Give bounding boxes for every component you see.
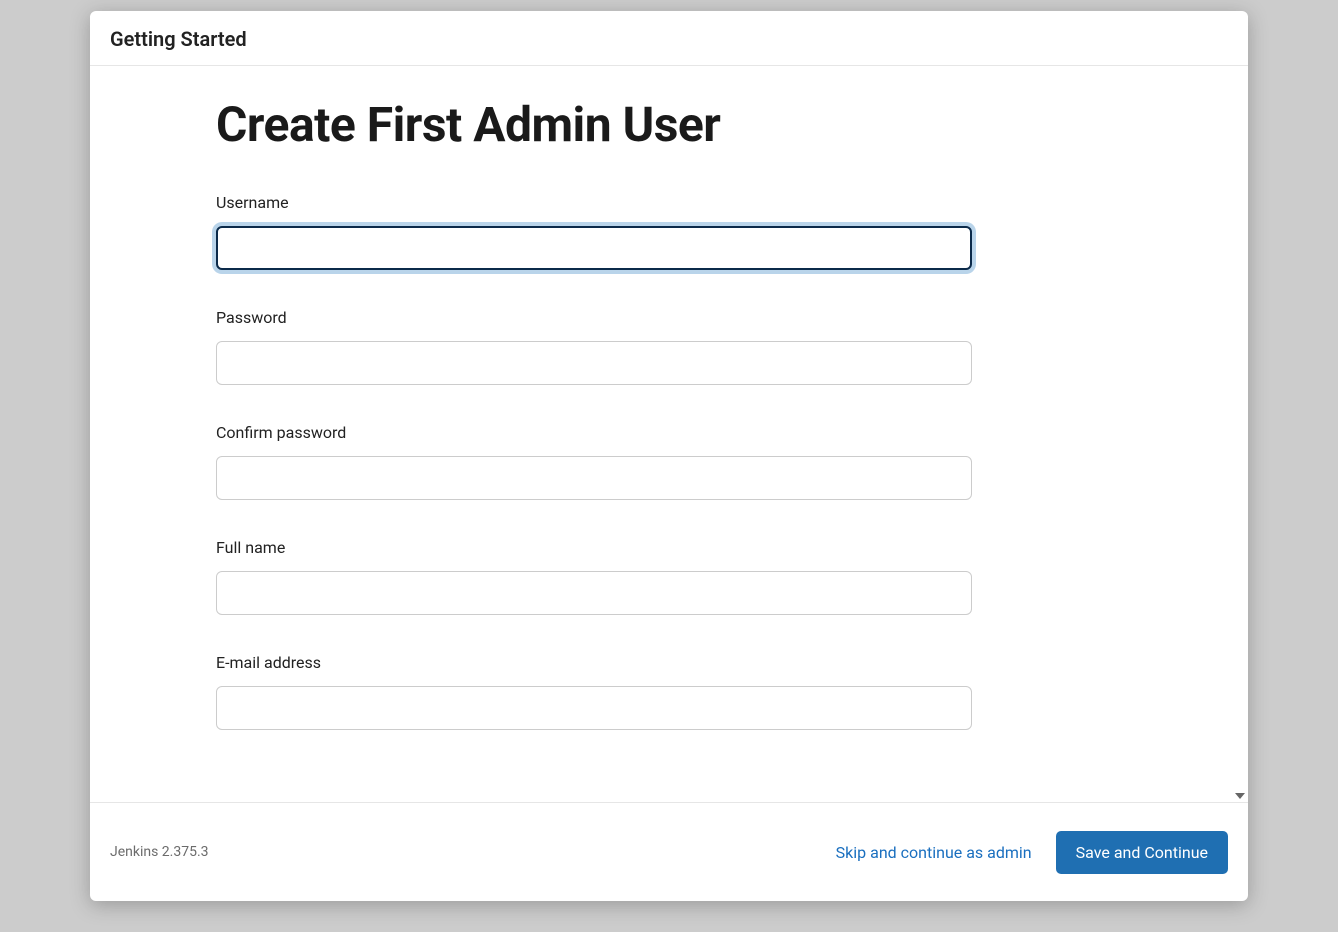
username-label: Username xyxy=(216,193,972,212)
email-label: E-mail address xyxy=(216,653,972,672)
password-input[interactable] xyxy=(216,341,972,385)
email-input[interactable] xyxy=(216,686,972,730)
version-text: Jenkins 2.375.3 xyxy=(110,844,209,860)
field-group-confirm-password: Confirm password xyxy=(216,423,972,500)
modal-title: Getting Started xyxy=(110,27,1228,51)
field-group-fullname: Full name xyxy=(216,538,972,615)
field-group-password: Password xyxy=(216,308,972,385)
modal-body: Create First Admin User Username Passwor… xyxy=(90,66,1248,803)
confirm-password-label: Confirm password xyxy=(216,423,972,442)
footer-actions: Skip and continue as admin Save and Cont… xyxy=(836,831,1228,874)
username-input[interactable] xyxy=(216,226,972,270)
save-and-continue-button[interactable]: Save and Continue xyxy=(1056,831,1228,874)
scroll-area[interactable]: Create First Admin User Username Passwor… xyxy=(90,66,1248,802)
fullname-label: Full name xyxy=(216,538,972,557)
field-group-username: Username xyxy=(216,193,972,270)
field-group-email: E-mail address xyxy=(216,653,972,730)
password-label: Password xyxy=(216,308,972,327)
confirm-password-input[interactable] xyxy=(216,456,972,500)
setup-wizard-modal: Getting Started Create First Admin User … xyxy=(90,11,1248,901)
modal-header: Getting Started xyxy=(90,11,1248,66)
modal-footer: Jenkins 2.375.3 Skip and continue as adm… xyxy=(90,803,1248,901)
form-wrap: Create First Admin User Username Passwor… xyxy=(216,96,972,730)
page-title: Create First Admin User xyxy=(216,96,972,153)
skip-and-continue-button[interactable]: Skip and continue as admin xyxy=(836,843,1032,862)
fullname-input[interactable] xyxy=(216,571,972,615)
